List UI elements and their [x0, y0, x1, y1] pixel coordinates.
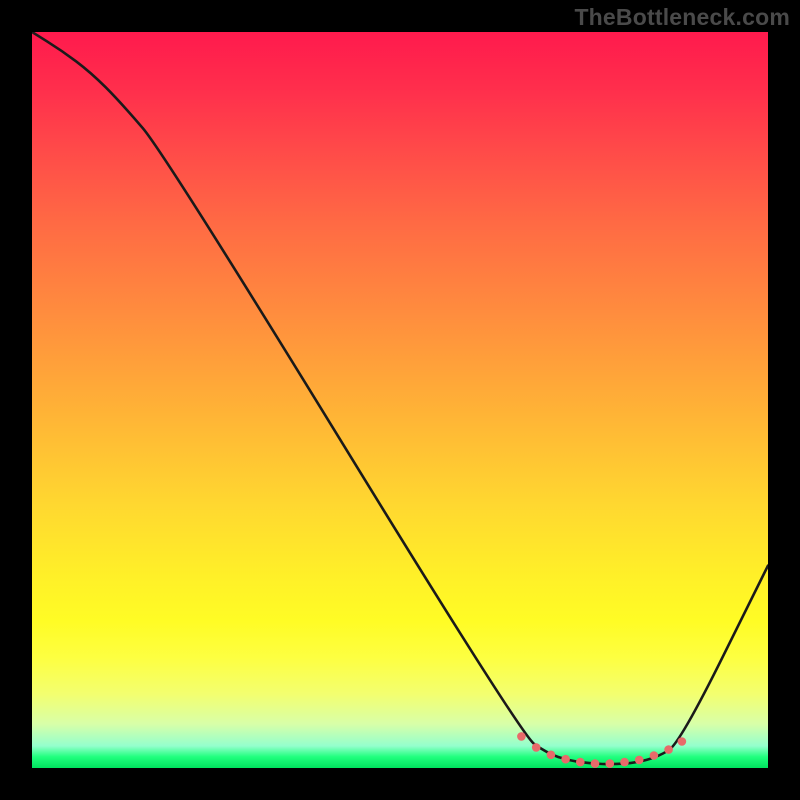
marker-dot — [576, 758, 585, 767]
marker-dot — [664, 745, 673, 754]
marker-dot — [650, 751, 659, 760]
plot-area — [32, 32, 768, 768]
marker-dot — [591, 759, 600, 768]
bottleneck-curve — [32, 32, 768, 764]
marker-dot — [561, 755, 570, 764]
marker-dot — [678, 737, 687, 746]
chart-svg — [32, 32, 768, 768]
marker-dot — [547, 751, 556, 760]
marker-dot — [635, 756, 644, 765]
marker-dot — [532, 743, 541, 752]
chart-frame: TheBottleneck.com — [0, 0, 800, 800]
marker-dot — [620, 758, 629, 767]
marker-dot — [606, 759, 615, 768]
watermark-text: TheBottleneck.com — [574, 4, 790, 31]
marker-dot — [517, 732, 526, 741]
